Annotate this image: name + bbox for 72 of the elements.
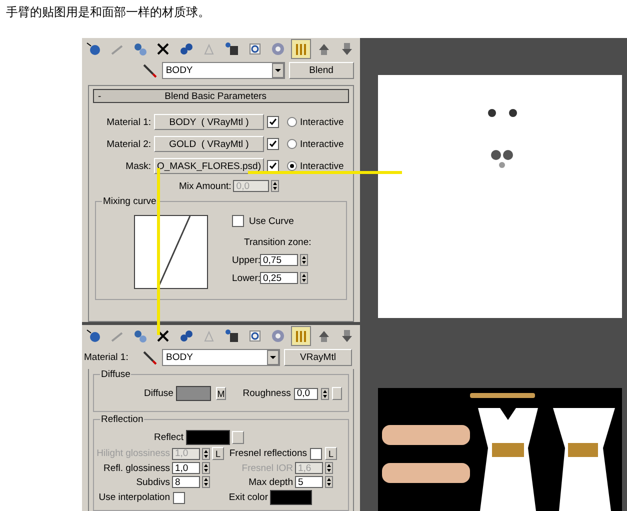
checkbox[interactable] — [267, 116, 279, 128]
checkbox-label: Use interpolation — [98, 492, 170, 503]
field-label: Fresnel IOR — [240, 462, 293, 474]
diffuse-label: Diffuse — [144, 388, 174, 399]
number-field[interactable]: 0,75 — [260, 254, 298, 266]
radio-button[interactable] — [287, 139, 297, 149]
slot-label: Material 1: — [84, 352, 130, 363]
reflect-label: Reflect — [154, 432, 184, 443]
caption: 手臂的贴图用是和面部一样的材质球。 — [5, 4, 211, 21]
material-type-button[interactable]: Blend — [288, 62, 354, 79]
spinner-icon[interactable] — [321, 388, 330, 400]
field-label: Refl. glossiness — [102, 462, 170, 474]
number-field[interactable]: 0,25 — [260, 272, 298, 284]
material-type-button[interactable]: VRayMtl — [284, 349, 352, 366]
eyedropper-icon[interactable] — [142, 350, 158, 366]
spinner-icon[interactable] — [325, 476, 333, 488]
sphere-icon — [85, 327, 103, 345]
material-slot-button[interactable]: GOLD ( VRayMtl ) — [154, 136, 264, 152]
roughness-label: Roughness — [242, 388, 291, 399]
radio-label: Interactive — [300, 138, 344, 150]
group-title: Mixing curve — [102, 196, 158, 207]
spinner-icon[interactable] — [300, 272, 308, 284]
radio-button[interactable] — [287, 161, 297, 171]
swatch-label: Exit color — [228, 492, 268, 503]
material-slot-button[interactable]: O_MASK_FLORES.psd) — [154, 158, 264, 174]
field-label: Max depth — [248, 476, 293, 488]
map-button[interactable]: M — [216, 387, 226, 400]
material-icon — [223, 327, 241, 345]
checkbox-label: Use Curve — [249, 216, 294, 226]
checkbox[interactable] — [310, 448, 322, 460]
number-field[interactable]: 0,0 — [294, 388, 318, 400]
number-field[interactable]: 8 — [172, 476, 200, 488]
spinner-icon[interactable] — [300, 254, 308, 266]
slot-label: Mask: — [124, 160, 151, 172]
color-swatch[interactable] — [186, 430, 230, 445]
spinner-icon[interactable] — [271, 180, 280, 192]
material-icon — [223, 40, 241, 58]
field-label: Lower: — [232, 272, 258, 284]
material-name-dropdown[interactable]: BODY — [162, 62, 285, 79]
spinner-icon[interactable] — [202, 476, 210, 488]
material-slot-button[interactable]: BODY ( VRayMtl ) — [154, 114, 264, 130]
sphere-icon — [85, 40, 103, 58]
field-label: Upper: — [232, 254, 258, 266]
checkbox[interactable] — [173, 492, 185, 504]
field-label: Hilight glossiness — [96, 448, 170, 459]
checkbox-label: Fresnel reflections — [228, 448, 307, 459]
radio-label: Interactive — [300, 160, 344, 172]
radio-label: Interactive — [300, 116, 344, 128]
color-swatch[interactable] — [176, 386, 212, 401]
checkbox[interactable] — [267, 138, 279, 150]
mix-amount-label: Mix Amount: — [179, 180, 232, 192]
spinner-icon[interactable] — [202, 448, 210, 460]
rollout-header[interactable]: - Blend Basic Parameters — [93, 89, 349, 103]
radio-button[interactable] — [287, 117, 297, 127]
map-button[interactable] — [332, 387, 342, 400]
spinner-icon[interactable] — [325, 462, 333, 474]
checkbox[interactable] — [267, 160, 279, 172]
group-title: Diffuse — [100, 369, 132, 380]
eyedropper-icon[interactable] — [142, 62, 158, 78]
material-name-dropdown[interactable]: BODY — [162, 349, 280, 366]
checkbox[interactable] — [232, 215, 244, 227]
lock-button[interactable]: L — [325, 447, 337, 460]
slot-label: Material 2: — [106, 138, 151, 150]
field-label: Subdivs — [135, 476, 170, 488]
transition-zone-label: Transition zone: — [244, 237, 312, 248]
number-field[interactable]: 5 — [295, 476, 323, 488]
slot-label: Material 1: — [106, 116, 151, 128]
color-swatch[interactable] — [270, 490, 312, 505]
map-button[interactable] — [232, 431, 244, 444]
spinner-icon[interactable] — [202, 462, 210, 474]
number-field[interactable]: 1,0 — [172, 462, 200, 474]
group-title: Reflection — [100, 414, 144, 425]
